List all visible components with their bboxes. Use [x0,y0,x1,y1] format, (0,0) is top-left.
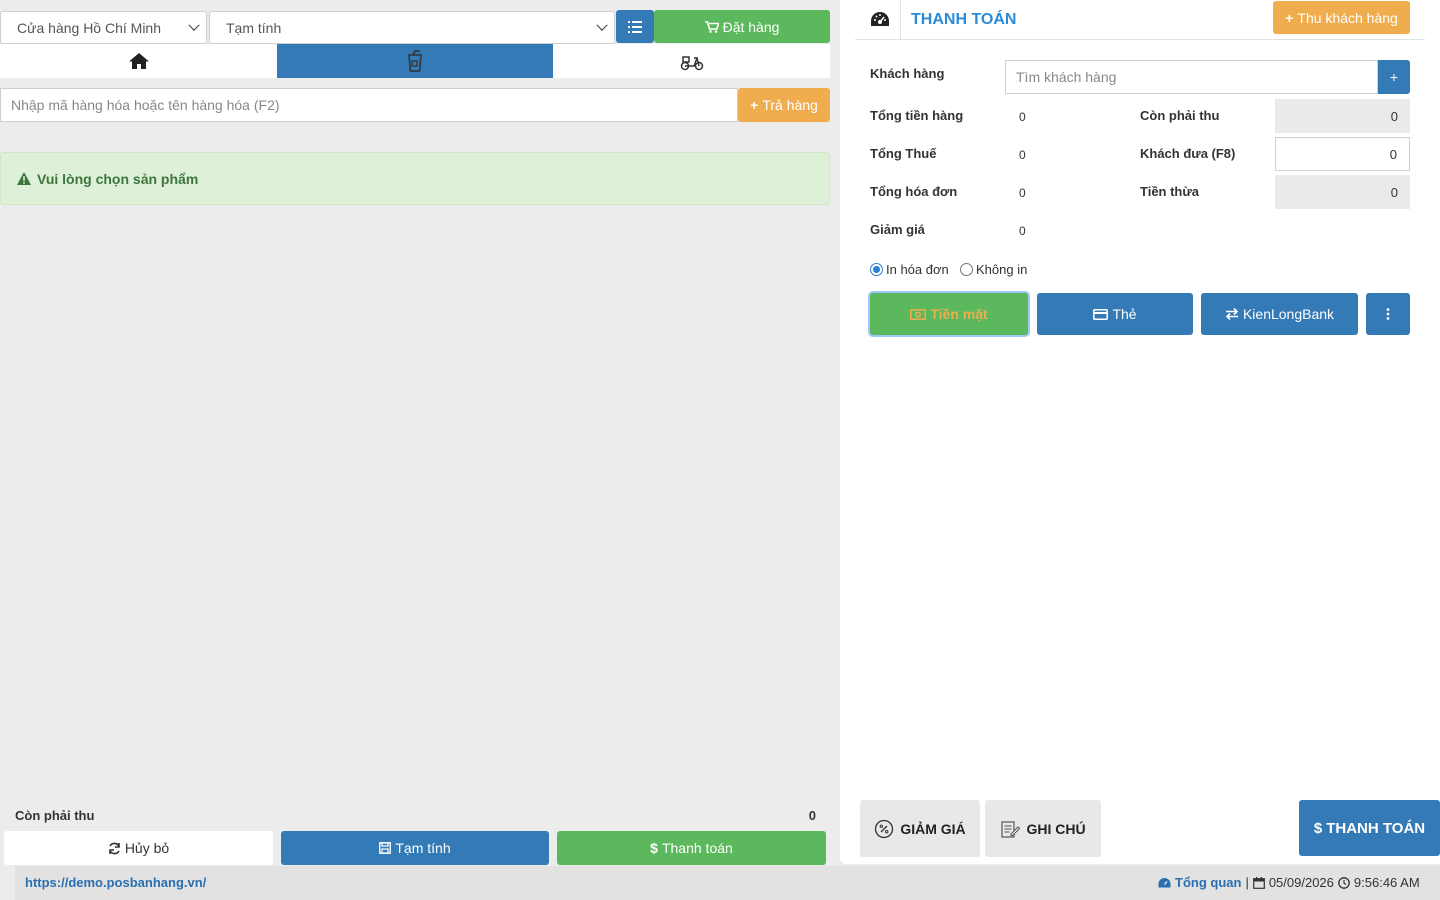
draft-button-label: Tạm tính [395,840,451,856]
header-divider [900,0,901,40]
note-button-label: GHI CHÚ [1026,820,1086,837]
total-goods-value: 0 [1019,110,1026,124]
cart-icon [704,20,719,33]
mode-select[interactable]: Tạm tính [209,11,615,44]
store-select[interactable]: Cửa hàng Hồ Chí Minh [0,11,207,44]
radio-checked[interactable] [870,263,883,276]
discount-button[interactable]: GIẢM GIÁ [860,800,980,857]
discount-badge-icon [875,819,894,838]
change-label: Tiền thừa [1140,184,1200,199]
customer-given-label: Khách đưa (F8) [1140,146,1236,161]
radio-unchecked[interactable] [960,263,973,276]
print-invoice-label: In hóa đơn [886,262,949,277]
discount-label: Giảm giá [870,222,925,237]
total-tax-value: 0 [1019,148,1026,162]
no-print-label: Không in [976,262,1028,277]
select-product-alert: Vui lòng chọn sản phẩm [0,152,830,205]
collect-button[interactable]: + Thu khách hàng [1273,1,1410,34]
add-customer-button[interactable]: + [1378,60,1410,94]
plus-icon: + [750,97,759,113]
alert-text: Vui lòng chọn sản phẩm [37,170,199,187]
customer-search-placeholder: Tìm khách hàng [1016,69,1117,85]
remaining-pay-text: 0 [1390,108,1398,124]
tab-takeaway[interactable] [277,44,553,78]
cash-method-button[interactable]: Tiền mặt [870,293,1028,335]
return-button-label: Trả hàng [762,97,818,113]
status-date: 05/09/2026 [1268,875,1334,890]
draft-button[interactable]: Tạm tính [281,831,549,865]
cancel-button[interactable]: Hủy bỏ [4,831,273,865]
takeaway-cup-icon [408,50,422,72]
total-goods-label: Tổng tiền hàng [870,108,964,123]
note-button[interactable]: GHI CHÚ [985,800,1101,857]
customer-given-input[interactable]: 0 [1275,137,1410,171]
add-customer-label: + [1389,69,1399,85]
product-search-input[interactable]: Nhập mã hàng hóa hoặc tên hàng hóa (F2) [0,88,738,122]
panel-title: THANH TOÁN [911,11,1017,28]
cash-icon [910,308,927,320]
warning-icon [17,172,31,185]
remaining-pay-value: 0 [1275,99,1410,133]
card-method-label: Thẻ [1112,306,1137,322]
product-search-placeholder: Nhập mã hàng hóa hoặc tên hàng hóa (F2) [11,97,280,113]
card-method-button[interactable]: Thẻ [1037,293,1193,335]
return-button[interactable]: + Trả hàng [738,88,830,122]
tab-home[interactable] [0,44,277,78]
chevron-down-icon [596,19,608,31]
change-text: 0 [1390,184,1398,200]
customer-given-text: 0 [1389,146,1397,162]
remaining-pay-label: Còn phải thu [1140,108,1220,123]
scooter-icon [680,56,703,71]
list-button[interactable] [616,10,654,43]
bank-method-button[interactable]: KienLongBank [1201,293,1358,335]
calendar-icon [1252,876,1265,889]
discount-button-label: GIẢM GIÁ [900,820,966,837]
plus-icon: + [1285,9,1294,26]
remaining-value: 0 [808,808,816,823]
collect-button-label: Thu khách hàng [1297,9,1398,26]
tab-delivery[interactable] [553,44,830,78]
checkout-button[interactable]: $ THANH TOÁN [1299,800,1440,856]
status-right: Tổng quan | 05/09/2026 9:56:46 AM [1158,875,1420,890]
more-vertical-icon [1386,308,1390,320]
print-invoice-option[interactable]: In hóa đơn [870,262,949,277]
checkout-button-label: THANH TOÁN [1326,819,1426,837]
site-url-link[interactable]: https://demo.posbanhang.vn/ [25,875,206,890]
customer-label: Khách hàng [870,66,945,81]
cash-method-label: Tiền mặt [930,306,988,322]
order-button-label: Đặt hàng [722,18,780,35]
dashboard-icon [1158,878,1171,888]
store-select-value: Cửa hàng Hồ Chí Minh [17,19,161,36]
note-edit-icon [1001,820,1021,838]
dashboard-icon [870,10,890,28]
status-time: 9:56:46 AM [1353,875,1420,890]
status-separator: | [1245,875,1249,890]
cancel-button-label: Hủy bỏ [124,840,170,856]
change-value: 0 [1275,175,1410,209]
no-print-option[interactable]: Không in [960,262,1027,277]
refresh-icon [109,842,120,854]
mode-select-value: Tạm tính [226,19,282,36]
total-invoice-value: 0 [1019,186,1026,200]
credit-card-icon [1093,308,1109,320]
customer-search-input[interactable]: Tìm khách hàng [1005,60,1378,94]
chevron-down-icon [188,19,200,31]
order-button[interactable]: Đặt hàng [654,10,830,43]
pay-button-label: Thanh toán [661,840,733,856]
list-icon [628,20,642,33]
pay-button[interactable]: $ Thanh toán [557,831,826,865]
dollar-icon: $ [650,840,658,856]
dollar-icon: $ [1313,819,1323,837]
transfer-icon [1225,308,1239,320]
total-invoice-label: Tổng hóa đơn [870,184,958,199]
total-tax-label: Tổng Thuế [870,146,937,161]
discount-value: 0 [1019,224,1026,238]
overview-link[interactable]: Tổng quan [1175,875,1241,890]
bank-method-label: KienLongBank [1242,306,1335,322]
more-methods-button[interactable] [1366,293,1410,335]
remaining-label: Còn phải thu [15,808,95,823]
home-icon [128,53,149,69]
save-icon [379,842,392,854]
clock-icon [1338,876,1350,889]
